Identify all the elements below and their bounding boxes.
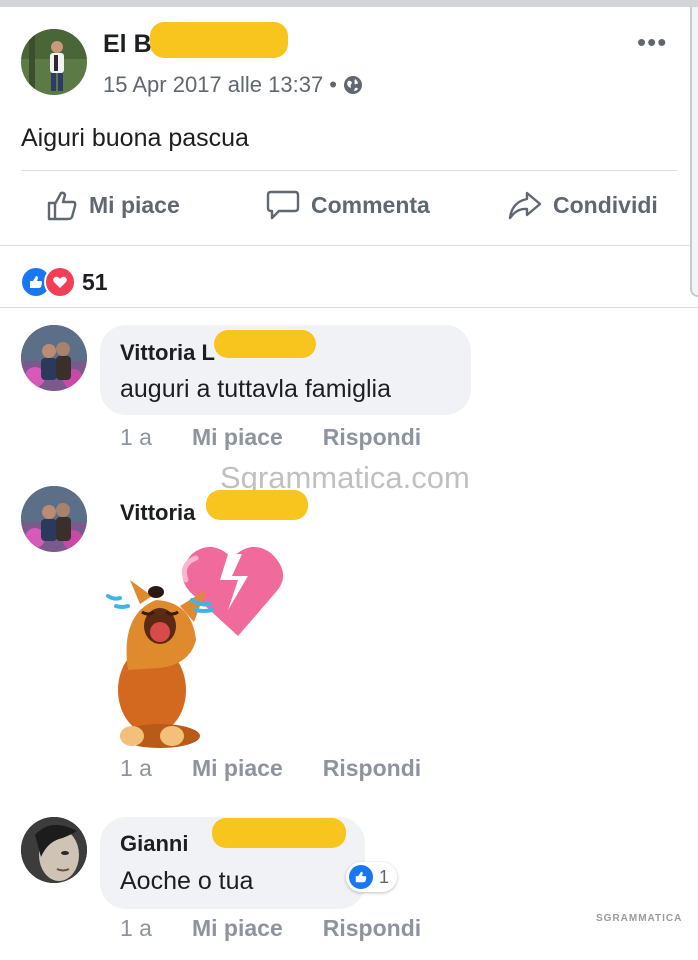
comment-author[interactable]: Gianni xyxy=(120,831,188,857)
like-button[interactable]: Mi piace xyxy=(45,188,180,222)
love-reaction-icon xyxy=(44,266,76,298)
comment-actions: 1 a Mi piace Rispondi xyxy=(120,424,421,451)
comment-like-button[interactable]: Mi piace xyxy=(192,915,283,942)
more-options-button[interactable]: ••• xyxy=(637,29,667,55)
post-timestamp[interactable]: 15 Apr 2017 alle 13:37 • xyxy=(103,72,337,98)
comment-author[interactable]: Vittoria xyxy=(120,500,195,526)
comment-reply-button[interactable]: Rispondi xyxy=(323,755,421,782)
comment-reply-button[interactable]: Rispondi xyxy=(323,915,421,942)
divider xyxy=(21,170,677,171)
share-button-label: Condividi xyxy=(553,191,658,218)
scroll-rail xyxy=(690,7,698,297)
divider xyxy=(0,245,690,246)
like-reaction-icon xyxy=(349,865,373,889)
thumbs-up-icon xyxy=(47,191,77,221)
share-button[interactable]: Condividi xyxy=(507,188,658,222)
comment-author[interactable]: Vittoria L xyxy=(120,340,215,366)
author-avatar[interactable] xyxy=(21,29,87,95)
post-author-name[interactable]: El B xyxy=(103,30,152,59)
post-meta: 15 Apr 2017 alle 13:37 • xyxy=(103,72,363,98)
comment-like-count: 1 xyxy=(379,866,390,887)
comment-button[interactable]: Commenta xyxy=(265,188,430,222)
commenter-avatar[interactable] xyxy=(21,325,87,391)
comment-like-button[interactable]: Mi piace xyxy=(192,424,283,451)
comment-actions: 1 a Mi piace Rispondi xyxy=(120,755,421,782)
comment-like-badge[interactable]: 1 xyxy=(346,862,398,892)
divider xyxy=(0,307,698,308)
like-button-label: Mi piace xyxy=(89,191,180,218)
post-text: Aiguri buona pascua xyxy=(21,124,249,152)
name-redaction xyxy=(214,330,316,358)
name-redaction xyxy=(212,818,346,848)
reaction-count: 51 xyxy=(82,268,108,295)
small-watermark: SGRAMMATICA xyxy=(596,913,683,924)
share-icon xyxy=(508,191,542,220)
reactions-summary[interactable]: 51 xyxy=(20,266,108,298)
comment-button-label: Commenta xyxy=(311,191,430,218)
comment-text: auguri a tuttavla famiglia xyxy=(120,375,391,403)
commenter-avatar[interactable] xyxy=(21,486,87,552)
comment-icon xyxy=(266,190,300,220)
comment-reply-button[interactable]: Rispondi xyxy=(323,424,421,451)
top-strip xyxy=(0,0,698,7)
comment-time: 1 a xyxy=(120,755,152,781)
comment-text: Aoche o tua xyxy=(120,867,254,895)
name-redaction xyxy=(206,490,308,520)
crying-fox-broken-heart-sticker xyxy=(100,540,305,750)
comment-actions: 1 a Mi piace Rispondi xyxy=(120,915,421,942)
comment-like-button[interactable]: Mi piace xyxy=(192,755,283,782)
globe-icon xyxy=(344,76,362,94)
comment-time: 1 a xyxy=(120,424,152,450)
comment-time: 1 a xyxy=(120,915,152,941)
commenter-avatar[interactable] xyxy=(21,817,87,883)
author-redaction xyxy=(150,22,288,58)
